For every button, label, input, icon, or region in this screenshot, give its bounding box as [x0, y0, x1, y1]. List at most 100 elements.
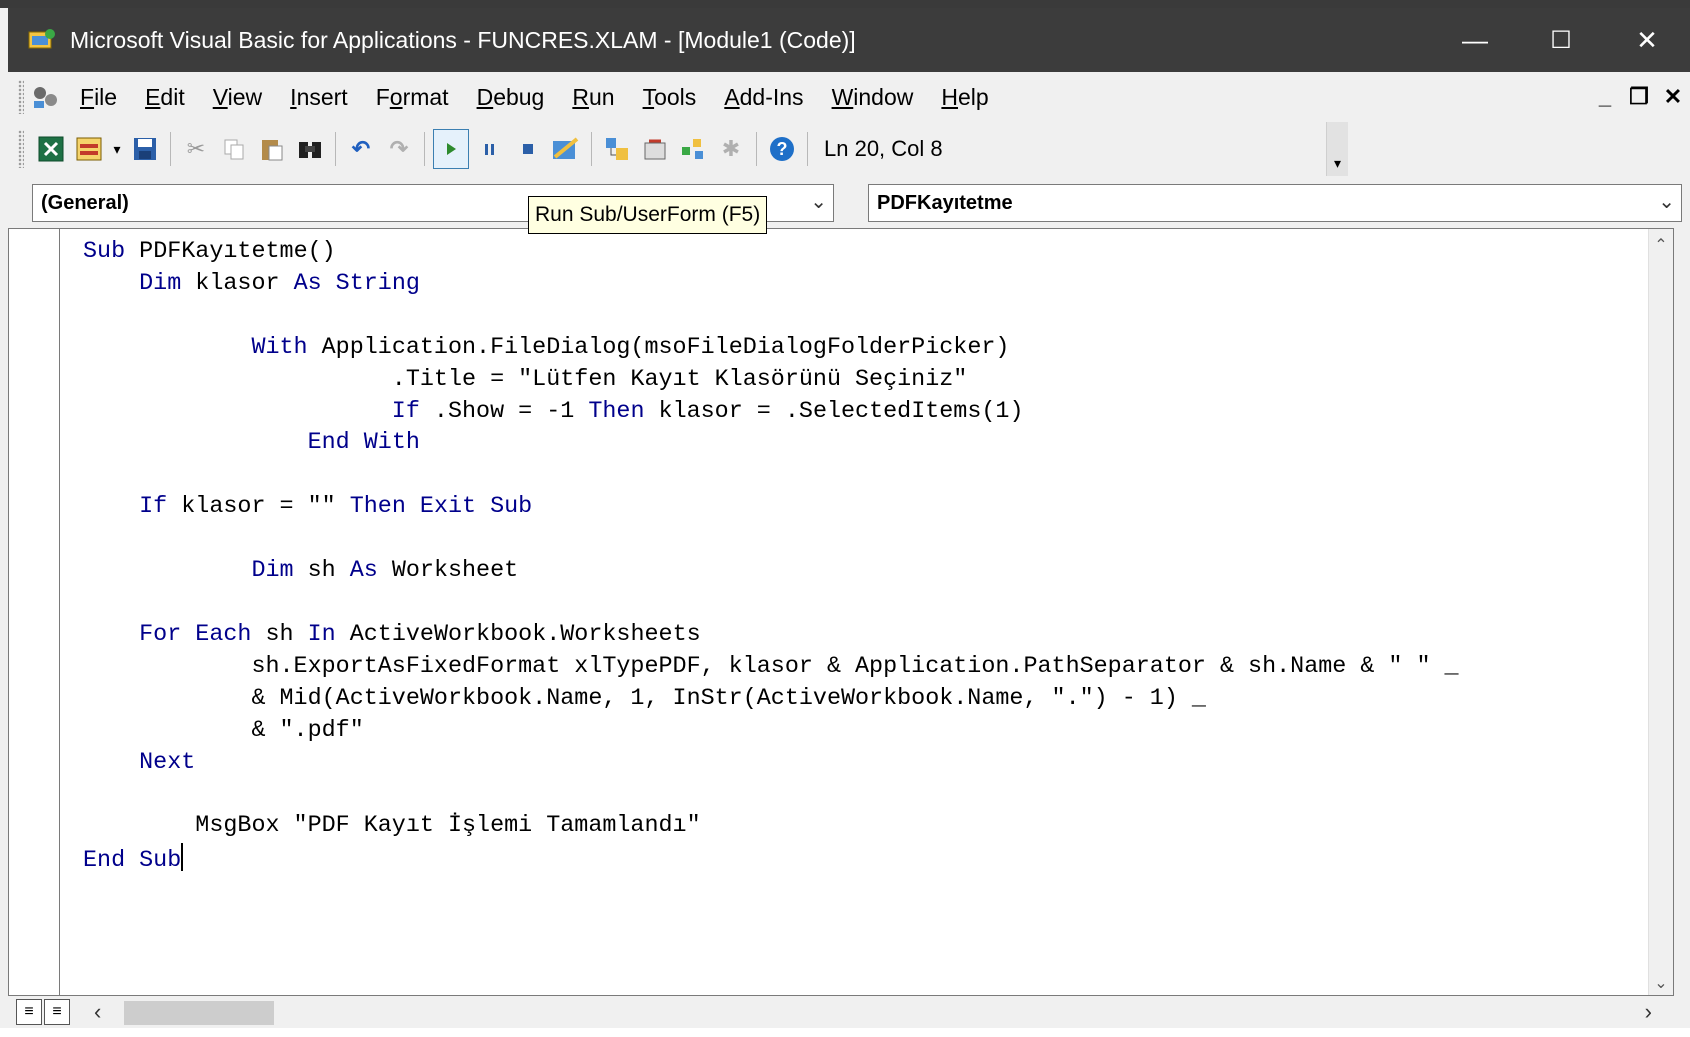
menu-add-ins[interactable]: Add-Ins: [710, 84, 817, 111]
break-icon[interactable]: [473, 130, 507, 168]
code-keyword: As String: [293, 270, 420, 297]
menu-run[interactable]: Run: [558, 84, 628, 111]
toolbar-grip[interactable]: [18, 130, 24, 168]
code-line: & Mid(ActiveWorkbook.Name, 1, InStr(Acti…: [83, 686, 1206, 712]
menu-window[interactable]: Window: [818, 84, 928, 111]
toolbar-separator: [335, 132, 336, 166]
menu-insert[interactable]: Insert: [276, 84, 362, 111]
code-keyword: Sub: [83, 239, 126, 265]
maximize-button[interactable]: ☐: [1518, 8, 1604, 72]
menu-format[interactable]: Format: [362, 84, 463, 111]
code-keyword: Next: [83, 749, 196, 776]
menu-bar: File Edit View Insert Format Debug Run Tools Add…: [8, 72, 1690, 122]
find-icon[interactable]: [293, 130, 327, 168]
procedure-combo[interactable]: PDFKayıtetme ⌄: [868, 184, 1682, 222]
mdi-restore-button[interactable]: ❐: [1622, 84, 1656, 110]
toolbar-options-chevron-icon[interactable]: ▾: [1326, 122, 1348, 176]
code-text: sh: [293, 558, 350, 585]
undo-icon[interactable]: ↶: [344, 130, 378, 168]
code-text: MsgBox "PDF Kayıt İşlemi Tamamlandı": [83, 813, 701, 840]
code-line: End Sub: [83, 843, 184, 874]
horizontal-scrollbar[interactable]: ‹ ›: [88, 998, 1658, 1026]
code-keyword: Then: [588, 398, 645, 425]
project-explorer-icon[interactable]: [600, 130, 634, 168]
menu-debug[interactable]: Debug: [463, 84, 559, 111]
close-button[interactable]: ✕: [1604, 8, 1690, 72]
code-line: With Application.FileDialog(msoFileDialo…: [83, 335, 1009, 361]
top-strip: [0, 0, 1690, 8]
full-module-view-icon[interactable]: ≡: [44, 999, 70, 1025]
mdi-close-button[interactable]: ✕: [1656, 84, 1690, 110]
code-text: & Mid(ActiveWorkbook.Name, 1, InStr(Acti…: [83, 685, 1206, 712]
text-caret: [181, 843, 184, 872]
code-keyword: Dim: [83, 558, 294, 585]
vertical-scrollbar[interactable]: ⌃ ⌄: [1648, 229, 1673, 995]
code-window[interactable]: Sub PDFKayıtetme() Dim klasor As String …: [8, 228, 1674, 996]
properties-icon[interactable]: [638, 130, 672, 168]
menu-edit[interactable]: Edit: [131, 84, 199, 111]
scroll-up-icon[interactable]: ⌃: [1649, 235, 1673, 255]
code-keyword: In: [307, 621, 336, 648]
chevron-down-icon[interactable]: ⌄: [810, 189, 827, 214]
code-keyword: With: [83, 334, 308, 361]
bottom-bar: ≡ ≡ ‹ ›: [8, 996, 1690, 1028]
scroll-right-icon[interactable]: ›: [1645, 999, 1652, 1025]
chevron-down-icon[interactable]: ⌄: [1658, 189, 1675, 214]
cursor-position: Ln 20, Col 8: [824, 136, 943, 161]
dropdown-arrow-icon[interactable]: ▾: [110, 130, 124, 168]
code-text: & ".pdf": [83, 717, 364, 744]
code-line: Dim klasor As String: [83, 271, 420, 297]
excel-view-icon[interactable]: [34, 130, 68, 168]
toolbar-separator: [424, 132, 425, 166]
scroll-thumb[interactable]: [124, 1001, 274, 1025]
paste-icon[interactable]: [255, 130, 289, 168]
code-keyword: As: [349, 558, 378, 585]
code-line: If klasor = "" Then Exit Sub: [83, 494, 532, 520]
cut-icon[interactable]: ✂: [179, 130, 213, 168]
redo-icon[interactable]: ↷: [382, 130, 416, 168]
menu-view[interactable]: View: [199, 84, 276, 111]
standard-toolbar: ▾ ✂ ↶ ↷ ✱ ? Ln 20, Col 8 ▾: [8, 122, 1690, 176]
code-text: sh: [251, 621, 308, 648]
reset-icon[interactable]: [511, 130, 545, 168]
minimize-button[interactable]: —: [1432, 8, 1518, 72]
object-browser-icon[interactable]: [676, 130, 710, 168]
scroll-down-icon[interactable]: ⌄: [1649, 973, 1673, 993]
procedure-combo-value: PDFKayıtetme: [877, 191, 1013, 214]
code-text: klasor = .SelectedItems(1): [644, 398, 1024, 425]
mdi-controls: _ ❐ ✕: [1588, 72, 1690, 122]
toolbox-icon[interactable]: ✱: [714, 130, 748, 168]
code-line: End With: [83, 430, 420, 456]
code-keyword: Dim: [83, 270, 182, 297]
menu-help[interactable]: Help: [927, 84, 1002, 111]
menu-tools[interactable]: Tools: [629, 84, 711, 111]
title-bar[interactable]: Microsoft Visual Basic for Applications …: [8, 8, 1690, 72]
scroll-left-icon[interactable]: ‹: [94, 999, 101, 1025]
svg-text:?: ?: [777, 139, 788, 159]
code-text: klasor: [181, 270, 294, 297]
insert-userform-icon[interactable]: [72, 130, 106, 168]
menu-file[interactable]: File: [66, 84, 131, 111]
object-combo-value: (General): [41, 191, 129, 214]
code-keyword: If: [83, 398, 420, 425]
code-editor[interactable]: Sub PDFKayıtetme() Dim klasor As String …: [83, 237, 1459, 878]
design-mode-icon[interactable]: [549, 130, 583, 168]
code-text: Application.FileDialog(msoFileDialogFold…: [307, 334, 1010, 361]
procedure-view-icon[interactable]: ≡: [16, 999, 42, 1025]
tooltip: Run Sub/UserForm (F5): [528, 196, 768, 234]
code-line: & ".pdf": [83, 717, 364, 744]
vba-menu-icon[interactable]: [30, 82, 66, 112]
code-line: For Each sh In ActiveWorkbook.Worksheets: [83, 622, 701, 648]
code-keyword: End With: [307, 430, 420, 457]
vba-app-icon: [28, 28, 56, 52]
save-icon[interactable]: [128, 130, 162, 168]
margin-indicator-bar[interactable]: [9, 229, 60, 995]
copy-icon[interactable]: [217, 130, 251, 168]
code-line: Next: [83, 750, 195, 776]
help-icon[interactable]: ?: [765, 130, 799, 168]
menu-grip[interactable]: [18, 80, 24, 114]
run-icon[interactable]: [433, 129, 469, 169]
code-text: PDFKayıtetme(): [125, 239, 336, 265]
mdi-minimize-button[interactable]: _: [1588, 84, 1622, 110]
